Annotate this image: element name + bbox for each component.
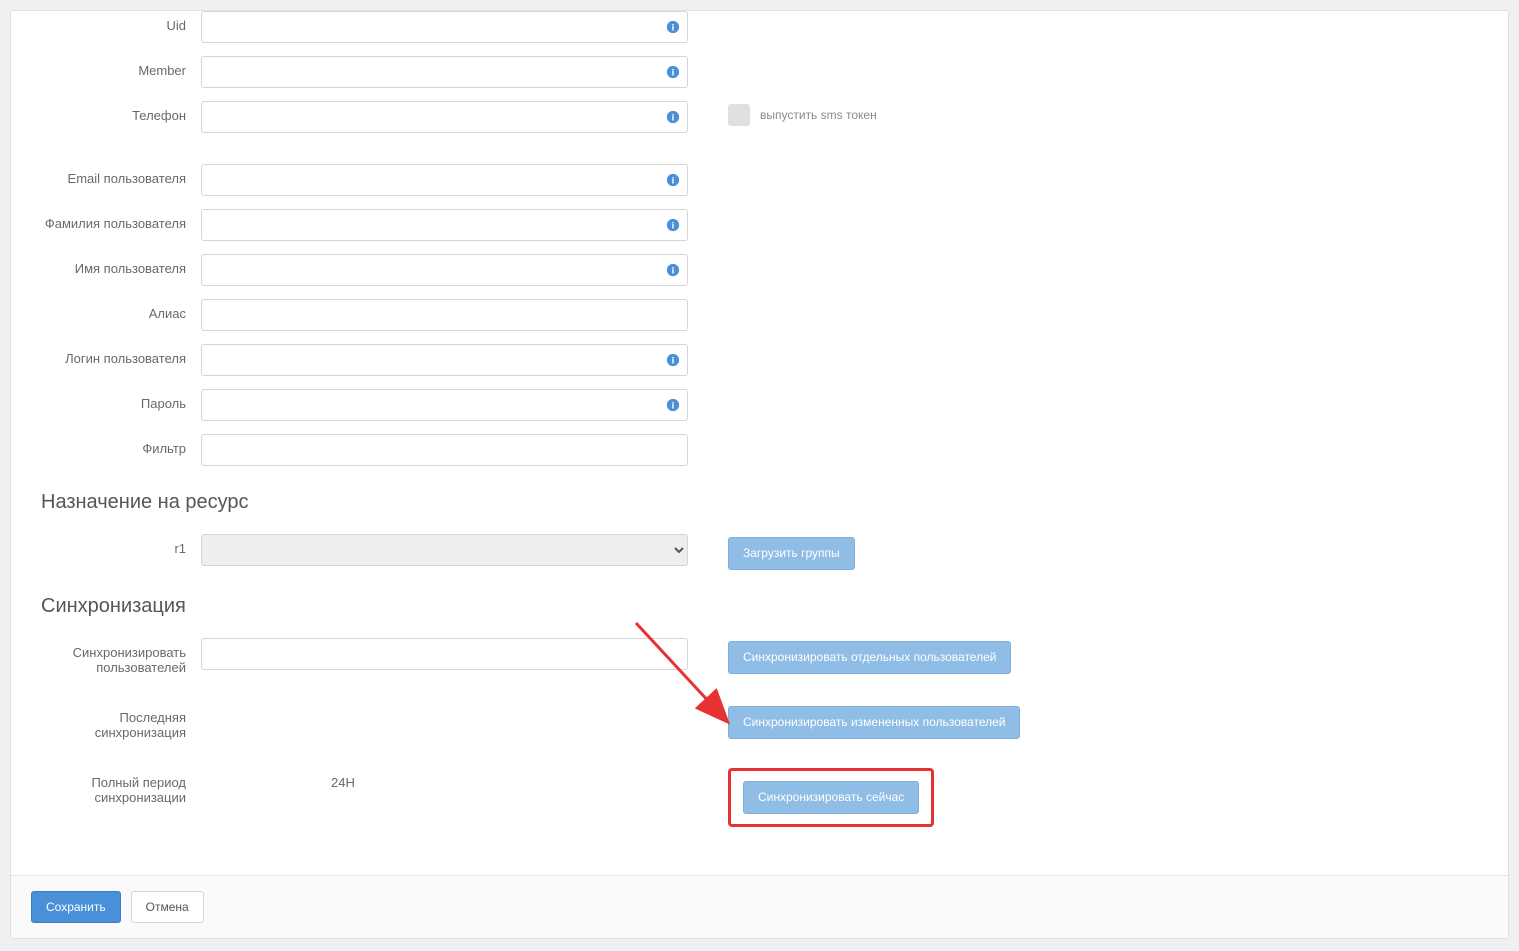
input-lastname[interactable]	[201, 209, 688, 241]
input-email[interactable]	[201, 164, 688, 196]
label-login: Логин пользователя	[26, 344, 201, 366]
info-icon[interactable]: i	[666, 353, 680, 367]
svg-text:i: i	[672, 401, 675, 412]
field-row-firstname: Имя пользователя i	[26, 254, 1493, 286]
info-icon[interactable]: i	[666, 20, 680, 34]
info-icon[interactable]: i	[666, 263, 680, 277]
input-filter[interactable]	[201, 434, 688, 466]
info-icon[interactable]: i	[666, 218, 680, 232]
sync-individual-users-button[interactable]: Синхронизировать отдельных пользователей	[728, 641, 1011, 674]
label-member: Member	[26, 56, 201, 78]
heading-resource-assignment: Назначение на ресурс	[26, 491, 1493, 514]
field-row-sync-users: Синхронизировать пользователей Синхрониз…	[26, 638, 1493, 675]
cancel-button[interactable]: Отмена	[131, 891, 204, 924]
info-icon[interactable]: i	[666, 65, 680, 79]
field-row-password: Пароль i	[26, 389, 1493, 421]
svg-text:i: i	[672, 68, 675, 79]
info-icon[interactable]: i	[666, 398, 680, 412]
checkbox-sms-token[interactable]	[728, 104, 750, 126]
input-phone[interactable]	[201, 101, 688, 133]
input-member[interactable]	[201, 56, 688, 88]
form-panel: Uid i Member i	[10, 10, 1509, 939]
footer-bar: Сохранить Отмена	[11, 875, 1508, 939]
heading-sync: Синхронизация	[26, 595, 1493, 618]
load-groups-button[interactable]: Загрузить группы	[728, 537, 855, 570]
info-icon[interactable]: i	[666, 110, 680, 124]
svg-text:i: i	[672, 113, 675, 124]
label-password: Пароль	[26, 389, 201, 411]
label-email: Email пользователя	[26, 164, 201, 186]
field-row-email: Email пользователя i	[26, 164, 1493, 196]
input-uid[interactable]	[201, 11, 688, 43]
field-row-last-sync: Последняя синхронизация Синхронизировать…	[26, 703, 1493, 740]
label-phone: Телефон	[26, 101, 201, 123]
svg-text:i: i	[672, 356, 675, 367]
field-row-r1: r1 Загрузить группы	[26, 534, 1493, 570]
input-firstname[interactable]	[201, 254, 688, 286]
label-last-sync: Последняя синхронизация	[26, 703, 201, 740]
select-r1[interactable]	[201, 534, 688, 566]
field-row-filter: Фильтр	[26, 434, 1493, 466]
label-firstname: Имя пользователя	[26, 254, 201, 276]
save-button[interactable]: Сохранить	[31, 891, 121, 924]
input-alias[interactable]	[201, 299, 688, 331]
label-uid: Uid	[26, 11, 201, 33]
label-sms-token: выпустить sms токен	[760, 108, 877, 122]
input-password[interactable]	[201, 389, 688, 421]
field-row-full-period: Полный период синхронизации 24H Синхрони…	[26, 768, 1493, 827]
svg-text:i: i	[672, 221, 675, 232]
label-r1: r1	[26, 534, 201, 556]
label-filter: Фильтр	[26, 434, 201, 456]
svg-text:i: i	[672, 266, 675, 277]
highlight-box: Синхронизировать сейчас	[728, 768, 934, 827]
field-row-login: Логин пользователя i	[26, 344, 1493, 376]
field-row-alias: Алиас	[26, 299, 1493, 331]
field-row-lastname: Фамилия пользователя i	[26, 209, 1493, 241]
svg-text:i: i	[672, 176, 675, 187]
field-row-member: Member i	[26, 56, 1493, 88]
info-icon[interactable]: i	[666, 173, 680, 187]
label-sync-users: Синхронизировать пользователей	[26, 638, 201, 675]
field-row-uid: Uid i	[26, 11, 1493, 43]
sync-now-button[interactable]: Синхронизировать сейчас	[743, 781, 919, 814]
sync-changed-users-button[interactable]: Синхронизировать измененных пользователе…	[728, 706, 1020, 739]
label-full-period: Полный период синхронизации	[26, 768, 201, 805]
svg-text:i: i	[672, 23, 675, 34]
label-lastname: Фамилия пользователя	[26, 209, 201, 231]
label-alias: Алиас	[26, 299, 201, 321]
input-login[interactable]	[201, 344, 688, 376]
input-sync-users[interactable]	[201, 638, 688, 670]
value-full-period: 24H	[201, 768, 688, 790]
field-row-phone: Телефон i выпустить sms токен	[26, 101, 1493, 133]
